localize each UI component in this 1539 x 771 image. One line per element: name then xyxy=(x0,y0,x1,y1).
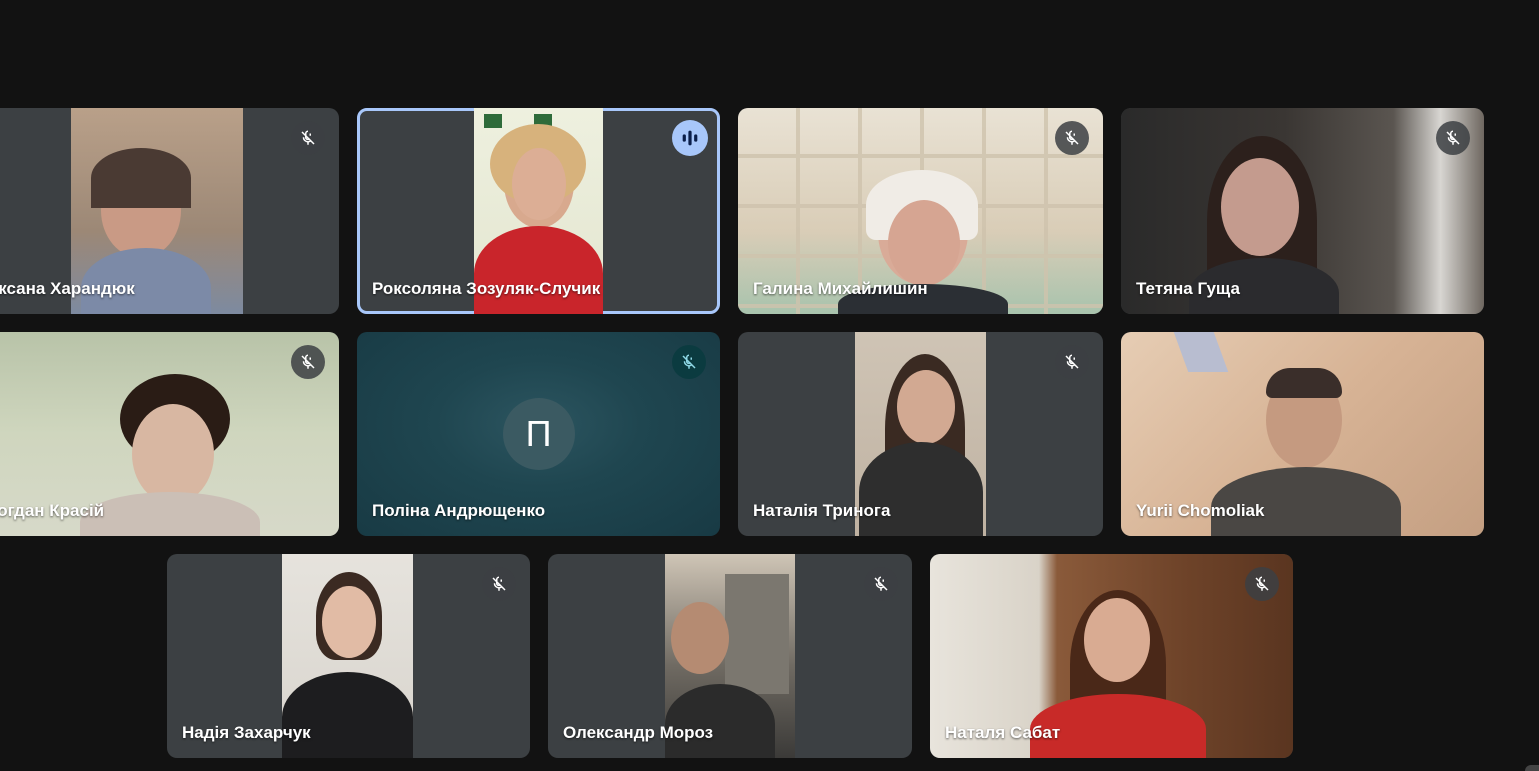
participant-tile[interactable]: Тетяна Гуща xyxy=(1121,108,1484,314)
mic-off-icon xyxy=(1245,567,1279,601)
mic-off-icon xyxy=(1055,121,1089,155)
mic-off-icon xyxy=(291,121,325,155)
participant-name: Галина Михайлишин xyxy=(753,279,928,298)
participant-name: Наталія Триногa xyxy=(753,501,891,520)
mic-off-icon xyxy=(1436,121,1470,155)
scrollbar-corner xyxy=(1525,765,1539,771)
participant-tile[interactable]: Богдан Красій xyxy=(0,332,339,536)
participant-name: Богдан Красій xyxy=(0,501,105,520)
audio-level-icon xyxy=(672,120,708,156)
participant-tile[interactable]: Наталя Сабат xyxy=(930,554,1293,758)
meeting-grid: Оксана Харандюк Роксоляна Зозуляк-Случик… xyxy=(0,0,1539,771)
participant-name: Наталя Сабат xyxy=(945,723,1061,742)
participant-tile[interactable]: Yurii Chomoliak xyxy=(1121,332,1484,536)
participant-name: Поліна Андрющенко xyxy=(372,501,546,520)
participant-name: Надія Захарчук xyxy=(182,723,311,742)
participant-tile[interactable]: Надія Захарчук xyxy=(167,554,530,758)
participant-name: Оксана Харандюк xyxy=(0,279,135,298)
avatar: П xyxy=(502,398,575,470)
participant-tile[interactable]: Наталія Триногa xyxy=(738,332,1103,536)
participant-tile[interactable]: Олександр Мороз xyxy=(548,554,912,758)
mic-off-icon xyxy=(482,567,516,601)
mic-off-icon xyxy=(291,345,325,379)
participant-name: Тетяна Гуща xyxy=(1136,279,1240,298)
participant-name: Роксоляна Зозуляк-Случик xyxy=(372,279,601,298)
mic-off-icon xyxy=(1055,345,1089,379)
participant-tile[interactable]: Оксана Харандюк xyxy=(0,108,339,314)
participant-tile[interactable]: Галина Михайлишин xyxy=(738,108,1103,314)
mic-off-icon xyxy=(672,345,706,379)
participant-name: Yurii Chomoliak xyxy=(1136,501,1265,520)
mic-off-icon xyxy=(864,567,898,601)
participant-tile-active-speaker[interactable]: Роксоляна Зозуляк-Случик xyxy=(357,108,720,314)
participant-name: Олександр Мороз xyxy=(563,723,714,742)
participant-tile[interactable]: П Поліна Андрющенко xyxy=(357,332,720,536)
